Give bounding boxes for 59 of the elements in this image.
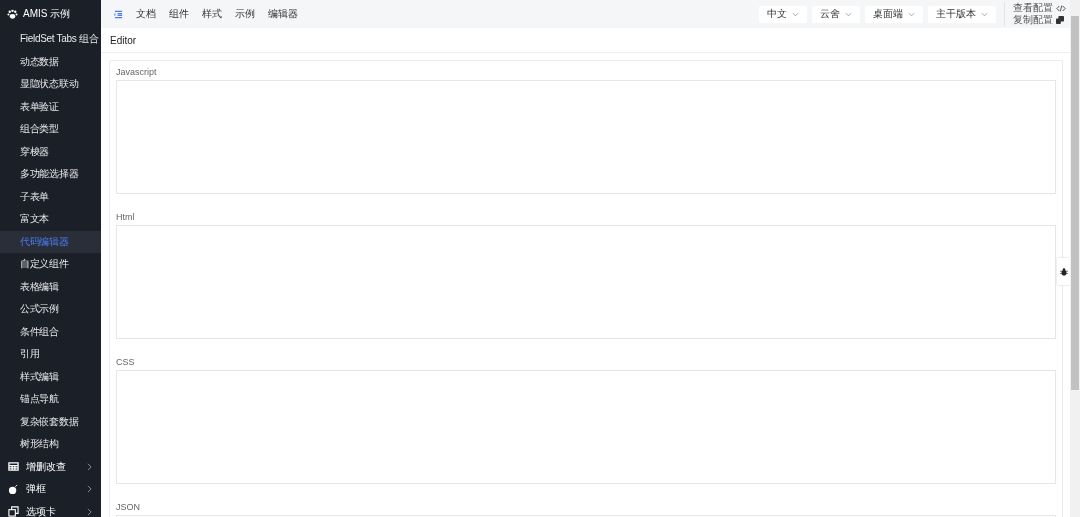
- field-label: Html: [116, 211, 136, 224]
- bug-icon: [1059, 267, 1068, 276]
- sidebar-group[interactable]: 选项卡: [26, 504, 87, 517]
- sidebar-item[interactable]: 引用: [0, 343, 101, 366]
- chevron-down-icon: [792, 11, 799, 17]
- nav-link[interactable]: 文档: [136, 7, 156, 21]
- code-icon[interactable]: [1056, 4, 1066, 12]
- nav-link[interactable]: 组件: [169, 7, 189, 21]
- sidebar-item[interactable]: 富文本: [0, 208, 101, 231]
- page-title: Editor: [110, 34, 137, 46]
- chevron-right-icon: [87, 462, 92, 471]
- sidebar-item[interactable]: 表单验证: [0, 95, 101, 118]
- sidebar-item[interactable]: 组合类型: [0, 118, 101, 141]
- select-dropdown[interactable]: 中文: [759, 5, 807, 23]
- field-label: CSS: [116, 356, 136, 369]
- scrollbar[interactable]: [1070, 0, 1080, 517]
- sidebar-item[interactable]: 条件组合: [0, 320, 101, 343]
- code-editor-field[interactable]: [116, 225, 1056, 339]
- chevron-down-icon: [908, 11, 915, 17]
- sidebar-group[interactable]: 增删改查: [26, 459, 87, 474]
- sidebar-item[interactable]: 表格编辑: [0, 275, 101, 298]
- field-label: Javascript: [116, 66, 158, 79]
- sidebar-section-title[interactable]: AMIS 示例: [23, 7, 71, 21]
- select-dropdown[interactable]: 云舍: [812, 5, 860, 23]
- sidebar-item[interactable]: 多功能选择器: [0, 163, 101, 186]
- sidebar-item[interactable]: 代码编辑器: [0, 230, 101, 253]
- debug-button[interactable]: [1057, 258, 1070, 285]
- copy-icon[interactable]: [1056, 16, 1064, 24]
- field-label: JSON: [116, 501, 141, 514]
- view-config-link[interactable]: 查看配置: [1013, 2, 1053, 14]
- sidebar-item[interactable]: 树形结构: [0, 433, 101, 456]
- nav-link[interactable]: 编辑器: [268, 7, 298, 21]
- sidebar-item[interactable]: 子表单: [0, 185, 101, 208]
- select-dropdown[interactable]: 主干版本: [928, 5, 996, 23]
- sidebar-item[interactable]: 自定义组件: [0, 253, 101, 276]
- sidebar-item[interactable]: 锚点导航: [0, 388, 101, 411]
- chevron-down-icon: [845, 11, 852, 17]
- table-icon: [8, 461, 19, 473]
- bomb-icon: [8, 483, 19, 495]
- sidebar-item[interactable]: 复杂嵌套数据: [0, 410, 101, 433]
- sidebar-group[interactable]: 弹框: [26, 482, 87, 497]
- nav-link[interactable]: 样式: [202, 7, 222, 21]
- sidebar-item[interactable]: 公式示例: [0, 298, 101, 321]
- sidebar-item[interactable]: 穿梭器: [0, 140, 101, 163]
- menu-icon[interactable]: [114, 9, 123, 19]
- sidebar-item[interactable]: 显隐状态联动: [0, 73, 101, 96]
- sidebar-item[interactable]: 动态数据: [0, 50, 101, 73]
- windows-icon: [8, 506, 19, 517]
- chevron-right-icon: [87, 485, 92, 494]
- copy-config-link[interactable]: 复制配置: [1013, 14, 1053, 26]
- chevron-right-icon: [87, 507, 92, 516]
- nav-link[interactable]: 示例: [235, 7, 255, 21]
- sidebar-item[interactable]: 样式编辑: [0, 365, 101, 388]
- code-editor-field[interactable]: [116, 370, 1056, 484]
- paw-icon: [7, 8, 18, 20]
- sidebar-item[interactable]: FieldSet Tabs 组合: [0, 28, 101, 51]
- code-editor-field[interactable]: [116, 80, 1056, 194]
- chevron-down-icon: [981, 11, 988, 17]
- select-dropdown[interactable]: 桌面端: [865, 5, 923, 23]
